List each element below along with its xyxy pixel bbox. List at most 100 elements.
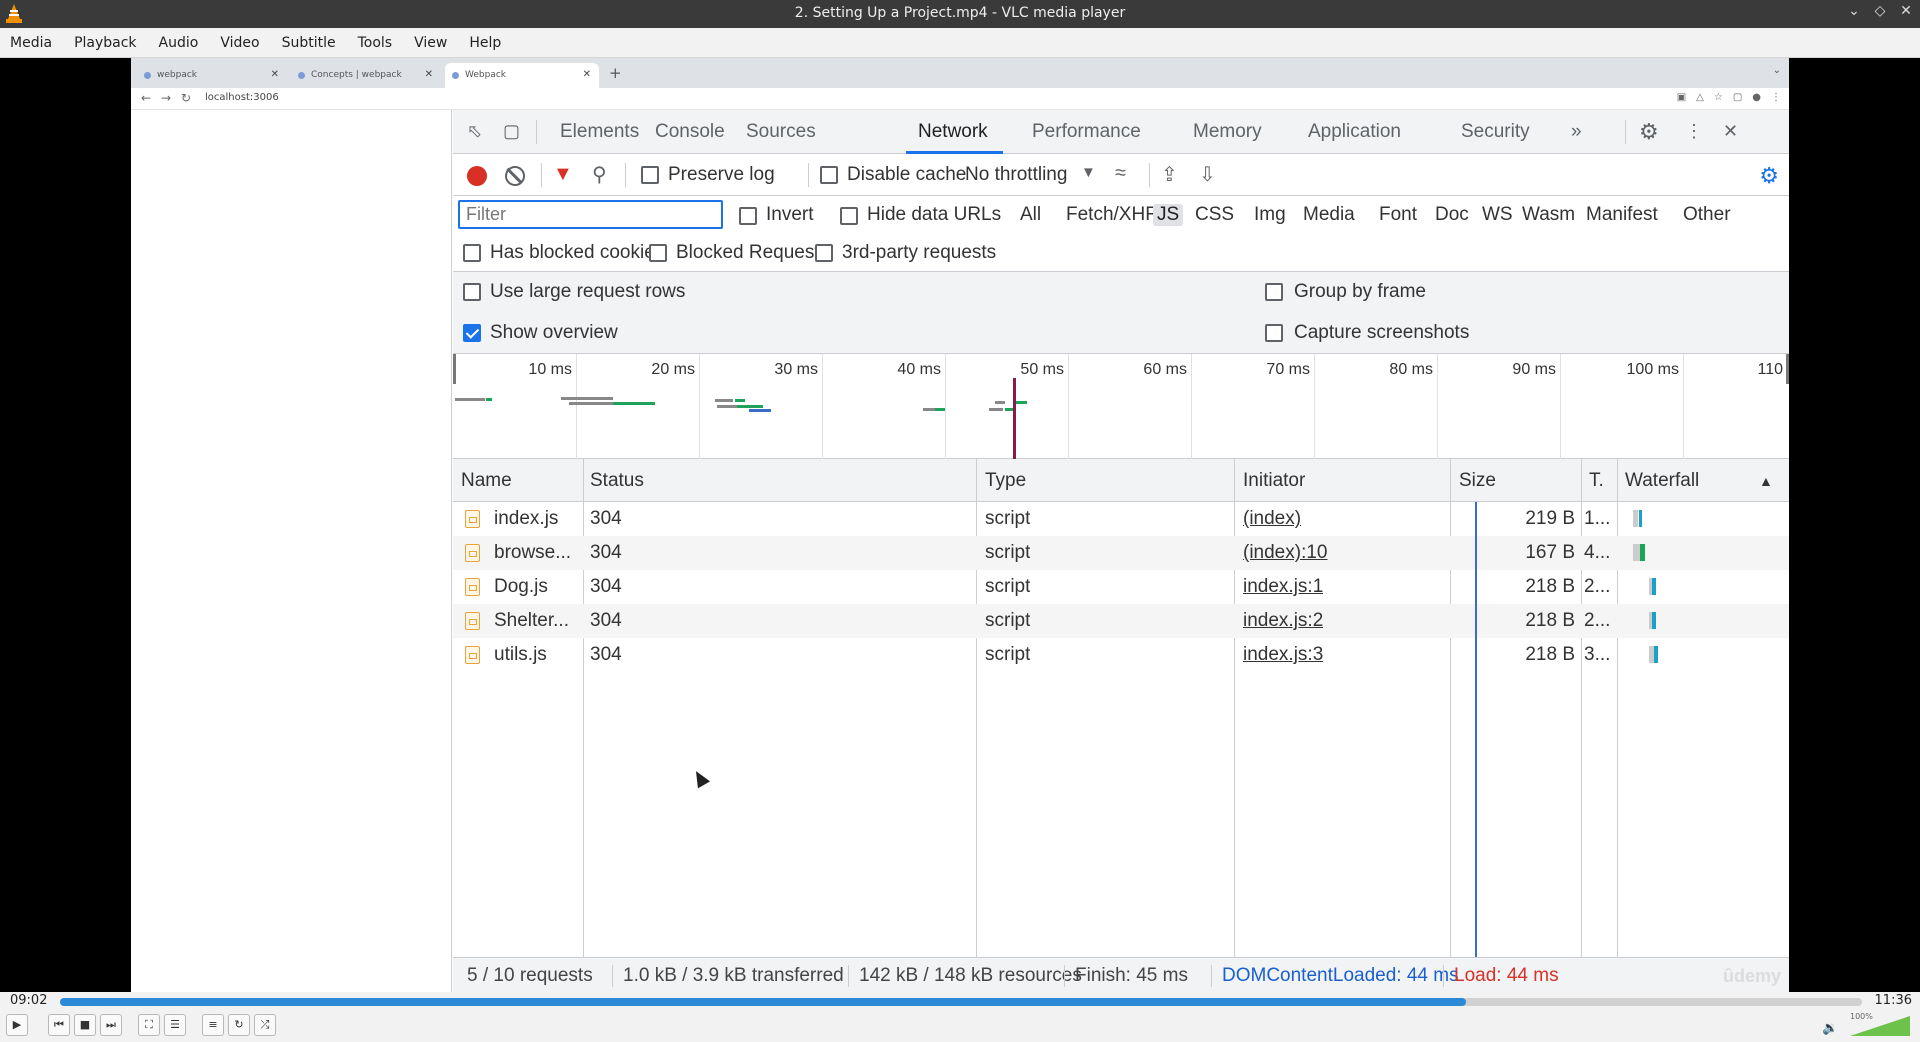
menu-audio[interactable]: Audio <box>151 35 207 51</box>
menu-subtitle[interactable]: Subtitle <box>274 35 344 51</box>
reload-icon[interactable]: ↻ <box>181 91 191 105</box>
device-toolbar-icon[interactable]: ▢ <box>503 121 520 142</box>
group-by-frame-checkbox[interactable] <box>1265 283 1283 301</box>
menu-help[interactable]: Help <box>461 35 509 51</box>
type-doc[interactable]: Doc <box>1431 204 1473 226</box>
type-js[interactable]: JS <box>1153 204 1184 226</box>
chevron-down-icon[interactable]: ⌄ <box>1773 65 1781 76</box>
show-overview-checkbox[interactable] <box>463 324 481 342</box>
tab-sources[interactable]: Sources <box>746 121 816 143</box>
tab-security[interactable]: Security <box>1461 121 1530 143</box>
table-row[interactable]: browse... 304 script (index):10 167 B 4.… <box>453 536 1789 570</box>
request-initiator[interactable]: (index):10 <box>1243 542 1328 564</box>
loop-button[interactable]: ↻ <box>228 1014 250 1036</box>
request-initiator[interactable]: (index) <box>1243 508 1301 530</box>
overview-handle-left[interactable] <box>453 354 456 384</box>
profile-icon[interactable]: ● <box>1752 92 1761 103</box>
maximize-icon[interactable]: ◇ <box>1872 3 1888 19</box>
import-har-icon[interactable]: ⇪ <box>1161 162 1178 187</box>
type-font[interactable]: Font <box>1375 204 1421 226</box>
type-wasm[interactable]: Wasm <box>1518 204 1579 226</box>
network-overview[interactable]: 10 ms 20 ms 30 ms 40 ms 50 ms 60 ms 70 m… <box>453 354 1789 459</box>
search-icon[interactable]: ⚲ <box>592 162 607 187</box>
url-field[interactable]: localhost:3006 <box>205 92 279 103</box>
filter-icon[interactable]: ▼ <box>553 163 573 186</box>
request-initiator[interactable]: index.js:3 <box>1243 644 1323 666</box>
menu-view[interactable]: View <box>406 35 455 51</box>
tab-close-icon[interactable]: ✕ <box>583 69 591 80</box>
col-type[interactable]: Type <box>985 470 1026 492</box>
close-devtools-icon[interactable]: ✕ <box>1723 121 1738 142</box>
col-status[interactable]: Status <box>590 470 644 492</box>
hide-data-urls-checkbox[interactable] <box>840 207 858 225</box>
browser-tab[interactable]: webpack ✕ <box>137 63 287 88</box>
tab-close-icon[interactable]: ✕ <box>425 69 433 80</box>
invert-checkbox[interactable] <box>739 207 757 225</box>
kebab-menu-icon[interactable]: ⋮ <box>1685 121 1703 142</box>
settings-gear-icon[interactable]: ⚙ <box>1639 119 1659 145</box>
network-settings-icon[interactable]: ⚙ <box>1759 163 1779 189</box>
request-initiator[interactable]: index.js:1 <box>1243 576 1323 598</box>
dropdown-arrow-icon[interactable]: ▼ <box>1081 164 1096 181</box>
throttling-select[interactable]: No throttling <box>965 164 1067 186</box>
third-party-checkbox[interactable] <box>815 244 833 262</box>
play-button[interactable]: ▶ <box>6 1014 28 1036</box>
blocked-requests-checkbox[interactable] <box>649 244 667 262</box>
network-conditions-icon[interactable]: ≈ <box>1115 162 1126 185</box>
type-fetch-xhr[interactable]: Fetch/XHR <box>1062 204 1163 226</box>
table-row[interactable]: index.js 304 script (index) 219 B 1... <box>453 502 1789 536</box>
star-icon[interactable]: ☆ <box>1714 92 1723 103</box>
type-all[interactable]: All <box>1016 204 1045 226</box>
minimize-icon[interactable]: ⌄ <box>1846 3 1862 19</box>
export-har-icon[interactable]: ⇩ <box>1199 162 1216 187</box>
col-time[interactable]: T. <box>1589 470 1604 492</box>
back-icon[interactable]: ← <box>141 91 151 105</box>
browser-tab[interactable]: Concepts | webpack ✕ <box>291 63 441 88</box>
col-initiator[interactable]: Initiator <box>1243 470 1305 492</box>
menu-tools[interactable]: Tools <box>350 35 401 51</box>
disable-cache-checkbox[interactable] <box>820 166 838 184</box>
tab-network[interactable]: Network <box>918 121 988 143</box>
record-icon[interactable] <box>467 166 487 186</box>
fullscreen-button[interactable]: ⛶ <box>138 1014 160 1036</box>
filter-input[interactable] <box>458 200 723 229</box>
large-rows-checkbox[interactable] <box>463 283 481 301</box>
sort-arrow-icon[interactable]: ▲ <box>1759 473 1773 489</box>
clear-icon[interactable] <box>505 166 525 186</box>
extended-settings-button[interactable]: ☰ <box>164 1014 186 1036</box>
type-other[interactable]: Other <box>1679 204 1735 226</box>
volume-slider[interactable] <box>1850 1016 1910 1036</box>
has-blocked-cookies-checkbox[interactable] <box>463 244 481 262</box>
table-row[interactable]: Shelter... 304 script index.js:2 218 B 2… <box>453 604 1789 638</box>
video-area[interactable]: webpack ✕ Concepts | webpack ✕ Webpack ✕… <box>0 58 1920 992</box>
table-row[interactable]: Dog.js 304 script index.js:1 218 B 2... <box>453 570 1789 604</box>
speaker-icon[interactable]: 🔉 <box>1822 1021 1838 1036</box>
inspect-icon[interactable]: ⬁ <box>467 121 482 142</box>
previous-button[interactable]: ⏮ <box>48 1014 70 1036</box>
request-initiator[interactable]: index.js:2 <box>1243 610 1323 632</box>
tab-application[interactable]: Application <box>1308 121 1401 143</box>
tab-elements[interactable]: Elements <box>560 121 639 143</box>
tab-console[interactable]: Console <box>655 121 725 143</box>
seek-bar[interactable] <box>60 998 1862 1006</box>
menu-video[interactable]: Video <box>212 35 267 51</box>
col-name[interactable]: Name <box>461 470 512 492</box>
new-tab-icon[interactable]: + <box>609 64 622 82</box>
menu-playback[interactable]: Playback <box>66 35 144 51</box>
close-icon[interactable]: ✕ <box>1898 3 1914 19</box>
type-manifest[interactable]: Manifest <box>1582 204 1662 226</box>
playlist-button[interactable]: ≡ <box>202 1014 224 1036</box>
browser-tab-active[interactable]: Webpack ✕ <box>445 63 599 88</box>
extension-icon[interactable]: ▣ <box>1677 92 1686 103</box>
menu-media[interactable]: Media <box>2 35 60 51</box>
preserve-log-checkbox[interactable] <box>641 166 659 184</box>
table-row[interactable]: utils.js 304 script index.js:3 218 B 3..… <box>453 638 1789 672</box>
type-ws[interactable]: WS <box>1478 204 1517 226</box>
tab-close-icon[interactable]: ✕ <box>271 69 279 80</box>
overview-handle-right[interactable] <box>1786 354 1789 384</box>
forward-icon[interactable]: → <box>161 91 171 105</box>
tab-memory[interactable]: Memory <box>1193 121 1262 143</box>
capture-screenshots-checkbox[interactable] <box>1265 324 1283 342</box>
tab-performance[interactable]: Performance <box>1032 121 1141 143</box>
col-waterfall[interactable]: Waterfall <box>1625 470 1699 492</box>
